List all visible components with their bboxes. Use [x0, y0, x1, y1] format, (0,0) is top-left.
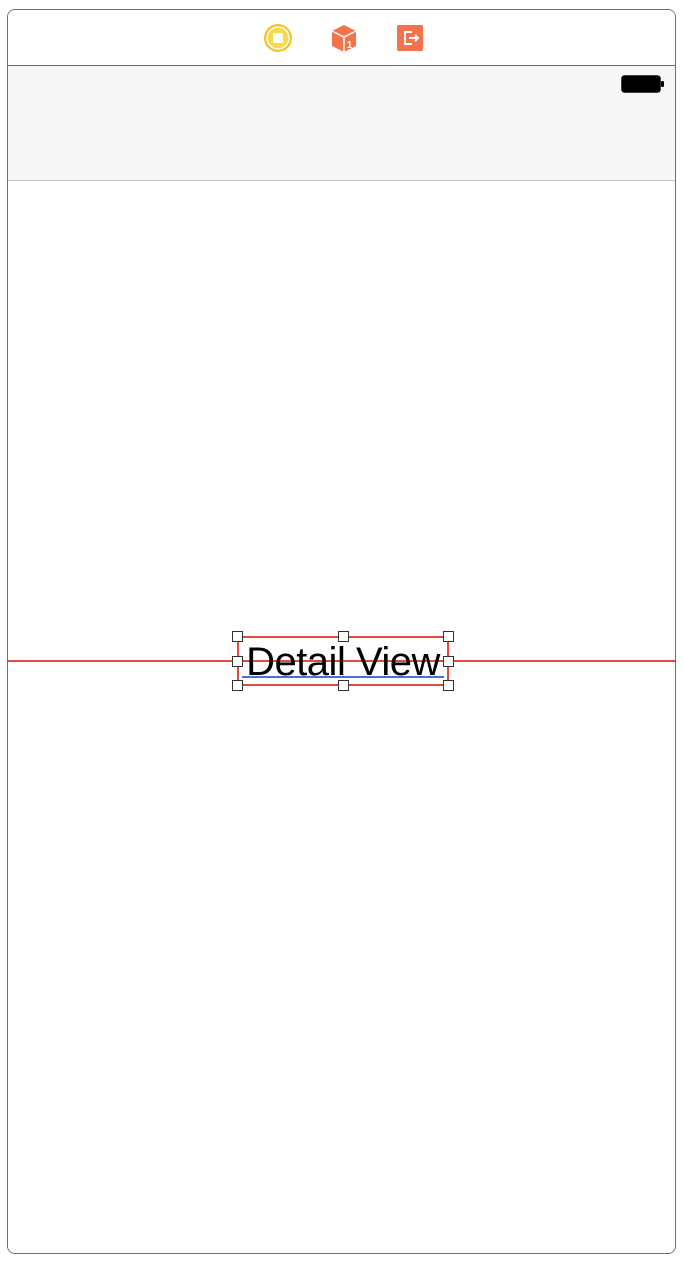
resize-handle-bottom-right[interactable] [443, 680, 454, 691]
view-controller-scene[interactable]: 1 Detail View [7, 9, 676, 1254]
main-view[interactable]: Detail View [8, 181, 675, 1253]
svg-text:1: 1 [347, 40, 353, 51]
navigation-bar [8, 66, 675, 181]
detail-view-label[interactable]: Detail View [232, 631, 454, 691]
scene-dock: 1 [8, 10, 675, 66]
resize-handle-bottom-left[interactable] [232, 680, 243, 691]
resize-handle-bottom[interactable] [338, 680, 349, 691]
battery-icon [621, 75, 665, 93]
view-controller-icon[interactable] [263, 23, 293, 53]
exit-icon[interactable] [395, 23, 425, 53]
resize-handle-right[interactable] [443, 656, 454, 667]
label-text: Detail View [246, 640, 440, 684]
resize-handle-top[interactable] [338, 631, 349, 642]
resize-handle-top-right[interactable] [443, 631, 454, 642]
first-responder-icon[interactable]: 1 [329, 23, 359, 53]
resize-handle-top-left[interactable] [232, 631, 243, 642]
resize-handle-left[interactable] [232, 656, 243, 667]
